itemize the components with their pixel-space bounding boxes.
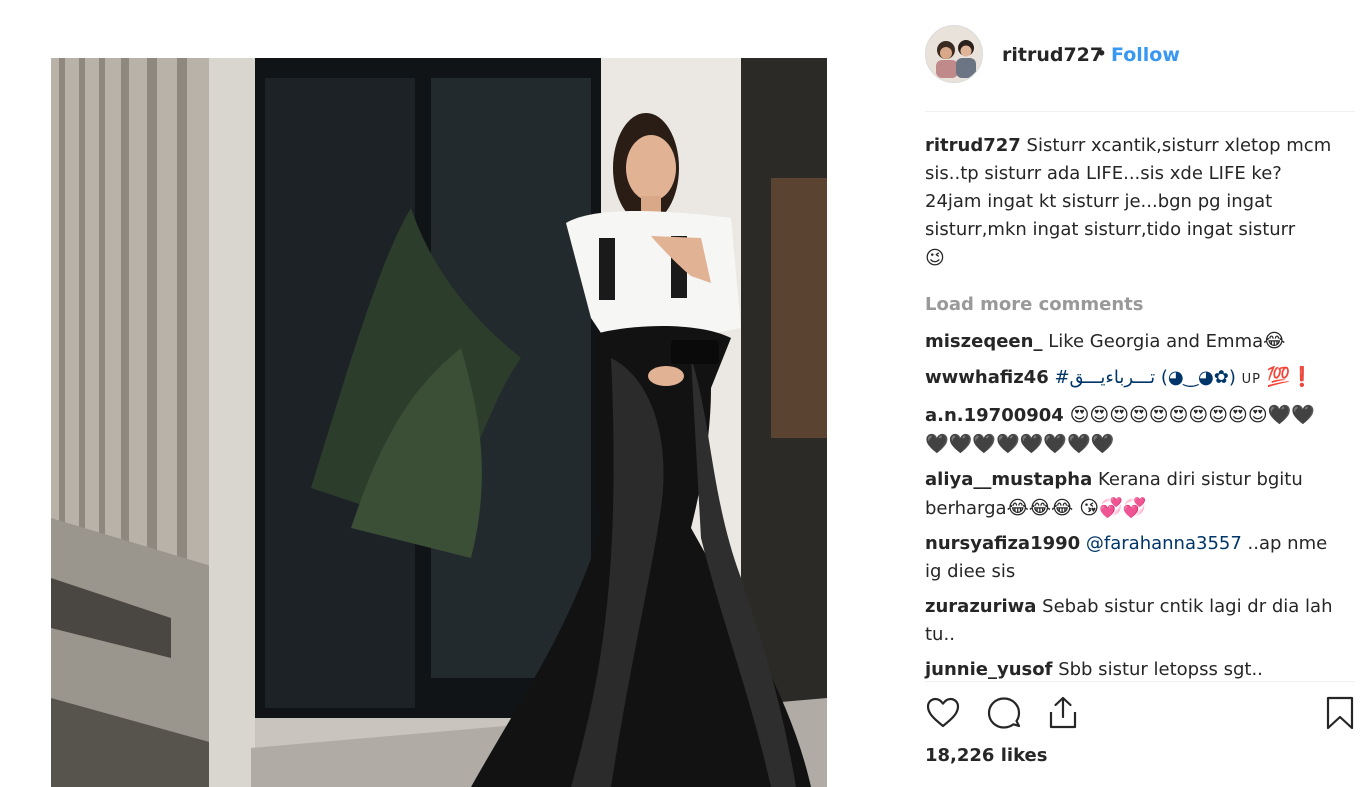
comment-mention[interactable]: @farahanna3557: [1086, 533, 1242, 554]
comment-item: zurazuriwa Sebab sistur cntik lagi dr di…: [925, 593, 1335, 649]
comment-text: Sbb sistur letopss sgt..: [1058, 659, 1263, 680]
comment-up-mark: UP: [1241, 372, 1261, 387]
comment-username[interactable]: a.n.19700904: [925, 405, 1064, 426]
header-divider: [925, 111, 1355, 112]
comment-username[interactable]: miszeqeen_: [925, 331, 1042, 352]
comment-username[interactable]: wwwhafiz46: [925, 367, 1049, 388]
comment-username[interactable]: zurazuriwa: [925, 596, 1036, 617]
comment-item: a.n.19700904 😍😍😍😍😍😍😍😍😍😍🖤🖤🖤🖤🖤🖤🖤🖤🖤🖤: [925, 401, 1335, 459]
post-photo-image: [51, 58, 827, 787]
comment-username[interactable]: nursyafiza1990: [925, 533, 1080, 554]
comment-item: junnie_yusof Sbb sistur letopss sgt..: [925, 656, 1335, 684]
comment-item: aliya__mustapha Kerana diri sistur bgitu…: [925, 466, 1335, 523]
comments-section: ritrud727 Sisturr xcantik,sisturr xletop…: [925, 132, 1335, 691]
action-bar: [925, 695, 1355, 735]
separator-dot: •: [1096, 43, 1108, 65]
comment-emoji: 💯❗: [1266, 366, 1314, 388]
comment-item: wwwhafiz46 #تـــرباءيـــق (◕‿◕✿) UP 💯❗: [925, 363, 1335, 394]
post-username[interactable]: ritrud727: [1002, 44, 1103, 66]
caption: ritrud727 Sisturr xcantik,sisturr xletop…: [925, 132, 1335, 273]
comment-list: miszeqeen_ Like Georgia and Emma😂 wwwhaf…: [925, 327, 1335, 684]
comment-item: miszeqeen_ Like Georgia and Emma😂: [925, 327, 1335, 356]
comment-text: Like Georgia and Emma: [1048, 331, 1264, 352]
likes-count[interactable]: 18,226 likes: [925, 745, 1047, 766]
comment-text: #تـــرباءيـــق (◕‿◕✿): [1054, 367, 1236, 388]
share-upload-icon[interactable]: [1045, 695, 1081, 735]
avatar[interactable]: [925, 25, 983, 83]
post-header: ritrud727 • Follow: [925, 24, 1355, 84]
comment-item: nursyafiza1990 @farahanna3557 ..ap nme i…: [925, 530, 1335, 586]
comment-username[interactable]: aliya__mustapha: [925, 469, 1092, 490]
follow-button[interactable]: Follow: [1111, 44, 1180, 66]
avatar-image: [926, 26, 982, 82]
comment-emoji: 😂: [1263, 330, 1286, 352]
heart-outline-icon[interactable]: [925, 695, 961, 735]
load-more-comments-button[interactable]: Load more comments: [925, 293, 1335, 317]
comment-bubble-icon[interactable]: [986, 695, 1022, 735]
post-side-panel: ritrud727 • Follow ritrud727 Sisturr xca…: [925, 0, 1355, 787]
caption-username[interactable]: ritrud727: [925, 135, 1021, 156]
post-photo[interactable]: [51, 58, 827, 787]
bookmark-icon[interactable]: [1324, 695, 1356, 735]
caption-emoji: 😉: [925, 247, 945, 269]
comment-emoji: 😂😂😂 😘💞💞: [1006, 497, 1147, 519]
actions-divider: [925, 681, 1355, 682]
comment-username[interactable]: junnie_yusof: [925, 659, 1052, 680]
